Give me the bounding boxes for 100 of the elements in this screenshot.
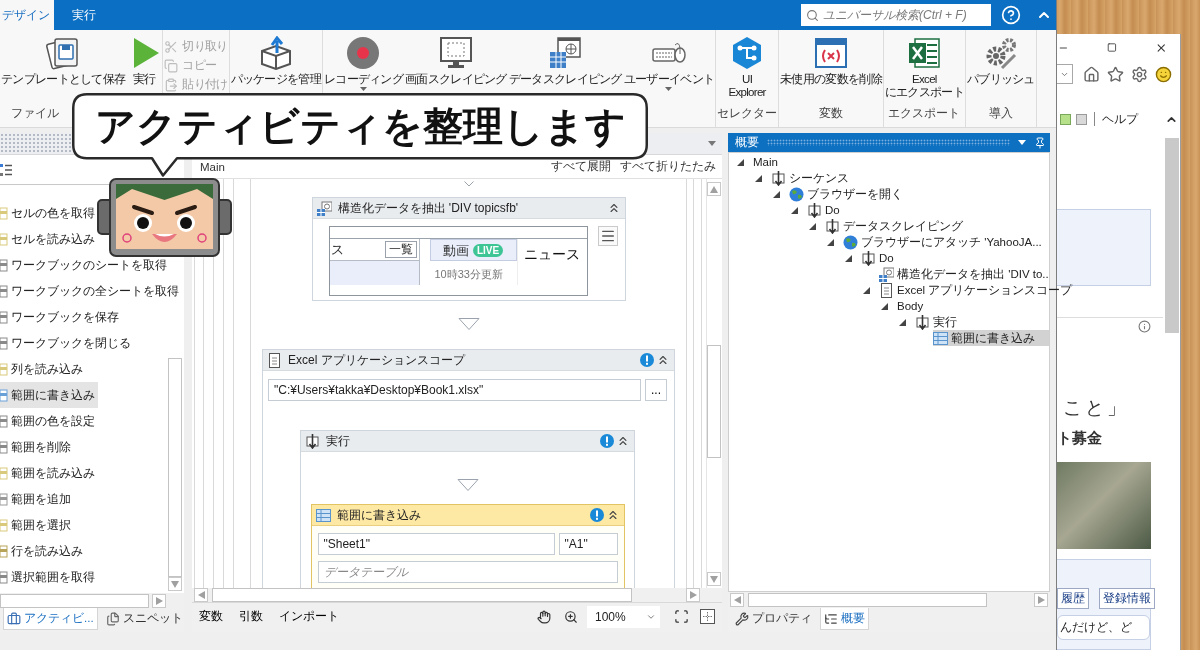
expand-arrow-icon[interactable] (791, 206, 798, 214)
scroll-button[interactable] (152, 593, 166, 608)
scrollbar-thumb[interactable] (168, 358, 182, 577)
hand-icon[interactable] (537, 609, 551, 624)
panel-tab[interactable]: プロパティ (731, 608, 816, 630)
tree-item[interactable]: Do (807, 202, 842, 218)
activity-item[interactable]: 範囲を削除 (0, 434, 74, 460)
activity-item[interactable]: ワークブックの全シートを取得 (0, 278, 182, 304)
info-icon[interactable] (1138, 320, 1151, 333)
activity-card[interactable]: Excel アプリケーションスコープ "C:¥Users¥takka¥Desktop¥Book1.xlsx" ... 実行 範囲に書き込み "Sheet1" "A1" データテーブル (262, 349, 675, 588)
expand-arrow-icon[interactable] (863, 286, 870, 294)
tree-item[interactable]: データスクレイピング (825, 218, 965, 234)
collapse-all-link[interactable]: すべて折りたたみ (620, 159, 716, 174)
tree-item[interactable]: ブラウザーにアタッチ 'YahooJA... (843, 234, 1044, 250)
ribbon-button[interactable]: レコーディング (323, 36, 404, 91)
expand-arrow-icon[interactable] (773, 190, 780, 198)
data-table-field[interactable]: データテーブル (317, 561, 618, 583)
activity-item[interactable]: 行を読み込み (0, 538, 86, 564)
page-button[interactable]: 登録情報 (1099, 588, 1155, 609)
activity-item[interactable]: 範囲を読み込み (0, 460, 98, 486)
activity-item[interactable]: セルの色を取得 (0, 200, 98, 226)
activity-item[interactable]: ワークブックを閉じる (0, 330, 134, 356)
tree-item[interactable]: ブラウザーを開く (789, 186, 905, 202)
tree-item[interactable]: Excel アプリケーションスコープ (879, 282, 1075, 298)
tree-item[interactable]: Do (861, 250, 896, 266)
scroll-button[interactable] (730, 593, 744, 607)
expand-arrow-icon[interactable] (881, 302, 888, 310)
panel-tab[interactable]: 概要 (820, 608, 869, 630)
expand-arrow-icon[interactable] (755, 174, 762, 182)
expand-arrow-icon[interactable] (845, 254, 852, 262)
caret-down-icon[interactable] (708, 141, 716, 146)
page-button[interactable]: 履歴 (1057, 588, 1089, 609)
panel-tab[interactable]: スニペット (101, 608, 187, 630)
menu-item[interactable]: ヘルプ (1102, 110, 1138, 128)
activity-item[interactable]: 選択範囲を取得 (0, 564, 98, 590)
tree-item[interactable]: 構造化データを抽出 'DIV to.. (879, 266, 1051, 282)
browse-button[interactable]: ... (645, 379, 667, 401)
scroll-button[interactable] (707, 572, 721, 586)
scrollbar-thumb[interactable] (0, 593, 149, 608)
activity-item[interactable]: 列を読み込み (0, 356, 86, 382)
activity-item[interactable]: ワークブックを保存 (0, 304, 122, 330)
fit-screen-icon[interactable] (674, 609, 689, 624)
ribbon-tab[interactable]: 実行 (54, 0, 114, 30)
home-icon[interactable] (1083, 65, 1100, 83)
square-icon[interactable] (1076, 113, 1087, 125)
activity-card[interactable]: 構造化データを抽出 'DIV topicsfb' ス 一覧 動画 LIVE 10時33分更新 ニュース (311, 197, 626, 301)
tree-item[interactable]: シーケンス (771, 170, 851, 186)
star-icon[interactable] (1107, 65, 1124, 83)
activity-item[interactable]: 範囲に書き込み (0, 382, 98, 408)
panel-tab[interactable]: インポート (279, 608, 339, 625)
scroll-button[interactable] (707, 182, 721, 196)
help-icon[interactable] (1001, 5, 1021, 25)
expand-arrow-icon[interactable] (827, 238, 834, 246)
ribbon-button[interactable]: 未使用の変数を削除 (780, 36, 882, 86)
tree-item[interactable]: 範囲に書き込み (933, 330, 1049, 346)
file-path-field[interactable]: "C:¥Users¥takka¥Desktop¥Book1.xlsx" (268, 379, 641, 401)
expand-arrow-icon[interactable] (899, 318, 906, 326)
cell-field[interactable]: "A1" (558, 533, 618, 555)
scroll-button[interactable] (686, 588, 700, 602)
ribbon-button[interactable]: テンプレートとして保存 (1, 36, 126, 86)
expand-all-link[interactable]: すべて展開 (551, 159, 611, 174)
ribbon-button[interactable]: UI Explorer (728, 36, 766, 99)
tree-item[interactable]: Body (897, 298, 926, 314)
activity-item[interactable]: 範囲を追加 (0, 486, 74, 512)
sheet-name-field[interactable]: "Sheet1" (317, 533, 555, 555)
list-icon[interactable] (0, 162, 12, 177)
scrollbar-thumb[interactable] (748, 593, 987, 607)
zoom-dropdown[interactable]: 100% (587, 605, 660, 628)
scroll-button[interactable] (194, 588, 208, 602)
activity-item[interactable]: セルを読み込み (0, 226, 98, 252)
ribbon-tab[interactable]: デザイン (0, 0, 54, 30)
activity-card[interactable]: 実行 範囲に書き込み "Sheet1" "A1" データテーブル (300, 430, 635, 588)
collapse-icon[interactable] (616, 434, 630, 448)
smiley-icon[interactable] (1155, 65, 1172, 83)
scrollbar-thumb[interactable] (1164, 138, 1179, 333)
breadcrumb[interactable]: Main (200, 160, 225, 173)
collapse-icon[interactable] (656, 353, 670, 367)
scrollbar-thumb[interactable] (707, 345, 721, 458)
expand-arrow-icon[interactable] (737, 158, 744, 166)
ribbon-button[interactable]: Excel にエクスポート (884, 36, 964, 99)
menu-button[interactable] (597, 226, 618, 246)
square-icon[interactable] (1060, 113, 1071, 125)
search-field[interactable]: ユニバーサル検索(Ctrl + F) (801, 4, 991, 26)
tree-item[interactable]: Main (753, 154, 780, 170)
ribbon-button[interactable]: ユーザーイベント (623, 36, 715, 91)
pin-icon[interactable] (1034, 136, 1046, 149)
scroll-button[interactable] (1034, 593, 1048, 607)
caret-down-icon[interactable] (1018, 140, 1026, 145)
ribbon-button[interactable]: パブリッシュ (966, 36, 1035, 86)
ribbon-button[interactable]: パッケージを管理 (230, 36, 321, 86)
tree-item[interactable]: 実行 (915, 314, 959, 330)
scroll-button[interactable] (168, 577, 182, 591)
panel-tab[interactable]: 引数 (239, 608, 263, 625)
expand-arrow-icon[interactable] (809, 222, 816, 230)
activity-item[interactable]: ワークブックのシートを取得 (0, 252, 170, 278)
ribbon-button[interactable]: 画面スクレイピング (405, 36, 507, 86)
activity-item[interactable]: 範囲の色を設定 (0, 408, 98, 434)
zoom-icon[interactable] (564, 609, 578, 624)
ribbon-button[interactable]: 実行 (127, 36, 162, 86)
activity-item[interactable]: 範囲を選択 (0, 512, 74, 538)
